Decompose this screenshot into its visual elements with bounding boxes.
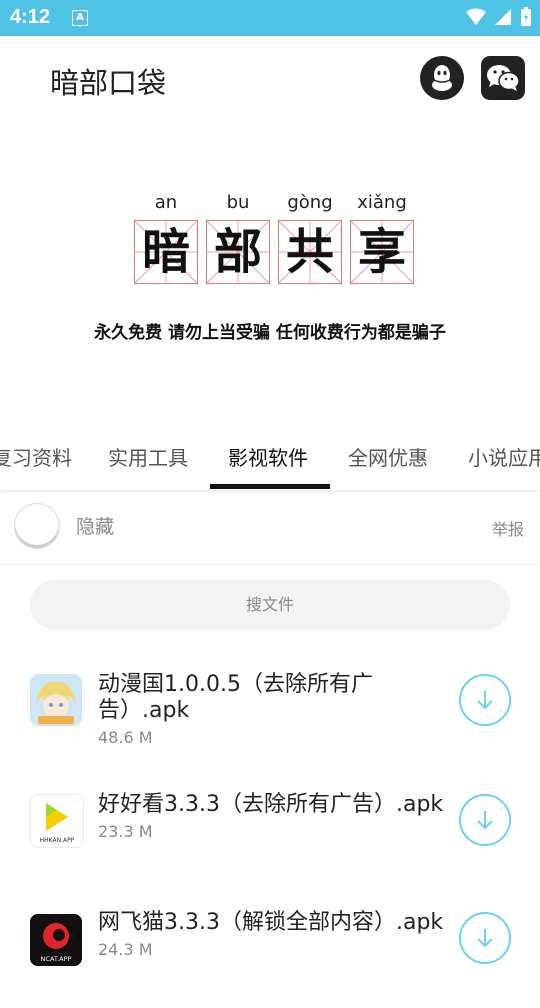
banner-char: 享 bbox=[357, 224, 406, 280]
battery-icon bbox=[521, 7, 531, 26]
wechat-icon bbox=[487, 65, 520, 91]
tianzige-grid: 享 bbox=[350, 220, 414, 284]
banner-slogan: 永久免费 请勿上当受骗 任何收费行为都是骗子 bbox=[94, 323, 446, 343]
tianzige-grid: 部 bbox=[206, 220, 270, 284]
tianzige-grid: 共 bbox=[278, 220, 342, 284]
file-size: 48.6 M bbox=[98, 728, 153, 747]
download-arrow-icon bbox=[477, 929, 493, 948]
banner-char: 暗 bbox=[141, 224, 190, 280]
qq-button[interactable] bbox=[420, 56, 464, 100]
status-time: 4:12 bbox=[10, 6, 51, 28]
avatar[interactable] bbox=[14, 503, 60, 549]
file-name: 动漫国1.0.0.5（去除所有广告）.apk bbox=[98, 672, 373, 723]
banner-char-cell: gòng 共 bbox=[278, 192, 342, 284]
pinyin-label: xiǎng bbox=[357, 192, 407, 213]
haohaokan-app-icon: HHKAN.APP bbox=[30, 794, 84, 848]
download-button[interactable] bbox=[459, 912, 511, 964]
file-list-item[interactable]: NCAT.APP 网飞猫3.3.3（解锁全部内容）.apk 24.3 M bbox=[0, 898, 540, 1008]
download-button[interactable] bbox=[459, 674, 511, 726]
file-size: 23.3 M bbox=[98, 822, 153, 841]
tab-video-apps[interactable]: 影视软件 bbox=[228, 442, 308, 471]
download-arrow-icon bbox=[477, 691, 493, 710]
dongman-app-icon bbox=[30, 674, 82, 726]
tab-deals[interactable]: 全网优惠 bbox=[348, 442, 428, 471]
tianzige-grid: 暗 bbox=[134, 220, 198, 284]
system-icons bbox=[466, 7, 532, 27]
banner-char-cell: bu 部 bbox=[206, 192, 270, 284]
file-name: 网飞猫3.3.3（解锁全部内容）.apk bbox=[98, 910, 444, 935]
app-bar: 暗部口袋 bbox=[0, 36, 540, 120]
category-tabs: 复习资料 实用工具 影视软件 全网优惠 小说应用 bbox=[0, 410, 540, 490]
download-button[interactable] bbox=[459, 794, 511, 846]
file-size: 24.3 M bbox=[98, 940, 153, 959]
svg-text:NCAT.APP: NCAT.APP bbox=[41, 955, 72, 963]
ncat-app-icon: NCAT.APP bbox=[30, 914, 82, 966]
pinyin-label: an bbox=[154, 192, 178, 213]
file-name: 好好看3.3.3（去除所有广告）.apk bbox=[98, 792, 444, 817]
signal-icon bbox=[495, 9, 511, 25]
pinyin-label: bu bbox=[226, 192, 250, 213]
file-list-item[interactable]: HHKAN.APP 好好看3.3.3（去除所有广告）.apk 23.3 M bbox=[0, 780, 540, 890]
active-tab-indicator bbox=[210, 484, 330, 489]
poster-row: 隐藏 举报 bbox=[0, 490, 540, 565]
status-bar: 4:12 A bbox=[0, 0, 540, 36]
tab-utility-tools[interactable]: 实用工具 bbox=[108, 442, 188, 471]
banner-characters: an 暗 bu 部 gòng 共 xiǎng 享 bbox=[134, 192, 414, 284]
tab-review-materials[interactable]: 复习资料 bbox=[0, 442, 72, 471]
file-list-item[interactable]: 动漫国1.0.0.5（去除所有广告）.apk 48.6 M bbox=[0, 660, 540, 770]
notification-icon: A bbox=[72, 10, 88, 26]
pinyin-label: gòng bbox=[287, 192, 333, 213]
app-title: 暗部口袋 bbox=[50, 66, 167, 100]
report-link[interactable]: 举报 bbox=[492, 516, 524, 540]
wechat-button[interactable] bbox=[481, 56, 525, 100]
search-input[interactable]: 搜文件 bbox=[30, 580, 510, 630]
poster-name[interactable]: 隐藏 bbox=[76, 512, 114, 539]
banner-char-cell: an 暗 bbox=[134, 192, 198, 284]
download-arrow-icon bbox=[477, 811, 493, 830]
banner-char-cell: xiǎng 享 bbox=[350, 192, 414, 284]
banner-char: 部 bbox=[213, 224, 262, 280]
banner-char: 共 bbox=[285, 224, 334, 280]
tab-novel-apps[interactable]: 小说应用 bbox=[468, 442, 540, 471]
svg-text:HHKAN.APP: HHKAN.APP bbox=[40, 837, 75, 844]
qq-icon bbox=[432, 65, 452, 91]
wifi-icon bbox=[466, 8, 486, 25]
